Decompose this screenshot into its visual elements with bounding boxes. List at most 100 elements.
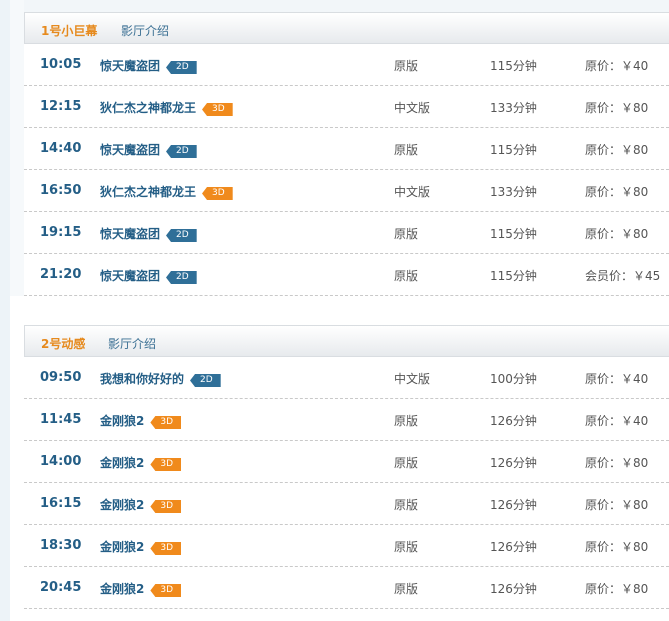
language-version: 中文版 — [394, 372, 431, 386]
movie-title: 惊天魔盗团 — [100, 59, 161, 73]
movie-title-link[interactable]: 狄仁杰之神都龙王 3D — [100, 183, 233, 200]
movie-title: 金刚狼2 — [100, 414, 145, 428]
movie-title: 金刚狼2 — [100, 498, 145, 512]
showing-list: 09:50 我想和你好好的 2D 中文版 100分钟 原价：￥40 11:45 金刚狼2 3D 原… — [24, 357, 669, 609]
showing-row[interactable]: 21:20 惊天魔盗团 2D 原版 115分钟 会员价：￥45 — [24, 254, 669, 296]
showing-time[interactable]: 09:50 — [40, 370, 81, 385]
format-badge: 2D — [166, 271, 197, 284]
hall-name: 1号小巨幕 — [41, 24, 98, 38]
movie-title-link[interactable]: 惊天魔盗团 2D — [100, 267, 197, 284]
language-version: 原版 — [394, 269, 419, 283]
showing-row[interactable]: 20:45 金刚狼2 3D 原版 126分钟 原价：￥80 — [24, 567, 669, 609]
format-badge: 2D — [166, 145, 197, 158]
movie-title-link[interactable]: 金刚狼2 3D — [100, 454, 182, 471]
showing-row[interactable]: 10:05 惊天魔盗团 2D 原版 115分钟 原价：￥40 — [24, 44, 669, 86]
movie-title-link[interactable]: 狄仁杰之神都龙王 3D — [100, 99, 233, 116]
showing-time[interactable]: 16:15 — [40, 496, 81, 511]
movie-title: 我想和你好好的 — [100, 372, 185, 386]
showing-row[interactable]: 11:45 金刚狼2 3D 原版 126分钟 原价：￥40 — [24, 399, 669, 441]
showing-time[interactable]: 10:05 — [40, 57, 81, 72]
showing-row[interactable]: 18:30 金刚狼2 3D 原版 126分钟 原价：￥80 — [24, 525, 669, 567]
format-badge: 3D — [202, 103, 233, 116]
showing-row[interactable]: 16:15 金刚狼2 3D 原版 126分钟 原价：￥80 — [24, 483, 669, 525]
movie-title: 惊天魔盗团 — [100, 227, 161, 241]
ticket-price: 原价：￥80 — [585, 582, 649, 596]
showing-time[interactable]: 19:15 — [40, 225, 81, 240]
language-version: 原版 — [394, 59, 419, 73]
showing-row[interactable]: 14:40 惊天魔盗团 2D 原版 115分钟 原价：￥80 — [24, 128, 669, 170]
showing-time[interactable]: 11:45 — [40, 412, 81, 427]
showing-row[interactable]: 14:00 金刚狼2 3D 原版 126分钟 原价：￥80 — [24, 441, 669, 483]
showing-row[interactable]: 16:50 狄仁杰之神都龙王 3D 中文版 133分钟 原价：￥80 — [24, 170, 669, 212]
format-badge: 3D — [202, 187, 233, 200]
showing-time[interactable]: 21:20 — [40, 267, 81, 282]
language-version: 中文版 — [394, 185, 431, 199]
format-badge: 3D — [150, 500, 182, 513]
ticket-price: 原价：￥80 — [585, 227, 649, 241]
duration: 115分钟 — [490, 269, 537, 283]
hall-intro-link[interactable]: 影厅介绍 — [121, 22, 169, 39]
duration: 126分钟 — [490, 540, 537, 554]
format-badge: 3D — [150, 458, 182, 471]
hall-header: 1号小巨幕 影厅介绍 — [24, 12, 669, 44]
showing-list: 10:05 惊天魔盗团 2D 原版 115分钟 原价：￥40 12:15 狄仁杰之神都龙王 3D… — [24, 44, 669, 296]
movie-title-link[interactable]: 金刚狼2 3D — [100, 538, 182, 555]
duration: 126分钟 — [490, 582, 537, 596]
showing-time[interactable]: 16:50 — [40, 183, 81, 198]
hall-intro-link[interactable]: 影厅介绍 — [108, 335, 156, 352]
movie-title-link[interactable]: 金刚狼2 3D — [100, 580, 182, 597]
page-left-margin — [0, 0, 10, 621]
movie-title-link[interactable]: 惊天魔盗团 2D — [100, 141, 197, 158]
language-version: 中文版 — [394, 101, 431, 115]
ticket-price: 原价：￥80 — [585, 185, 649, 199]
duration: 133分钟 — [490, 185, 537, 199]
duration: 115分钟 — [490, 59, 537, 73]
showing-row[interactable]: 12:15 狄仁杰之神都龙王 3D 中文版 133分钟 原价：￥80 — [24, 86, 669, 128]
duration: 126分钟 — [490, 414, 537, 428]
format-badge: 2D — [166, 229, 197, 242]
showing-time[interactable]: 14:00 — [40, 454, 81, 469]
showing-row[interactable]: 19:15 惊天魔盗团 2D 原版 115分钟 原价：￥80 — [24, 212, 669, 254]
hall-section: 2号动感 影厅介绍 09:50 我想和你好好的 2D 中文版 100分钟 原价：￥40 11… — [24, 325, 669, 609]
showing-time[interactable]: 18:30 — [40, 538, 81, 553]
duration: 115分钟 — [490, 143, 537, 157]
hall-name: 2号动感 — [41, 337, 86, 351]
movie-title: 金刚狼2 — [100, 540, 145, 554]
format-badge: 2D — [166, 61, 197, 74]
format-badge: 3D — [150, 584, 182, 597]
movie-title-link[interactable]: 金刚狼2 3D — [100, 496, 182, 513]
format-badge: 3D — [150, 416, 182, 429]
showing-time[interactable]: 14:40 — [40, 141, 81, 156]
language-version: 原版 — [394, 456, 419, 470]
ticket-price: 会员价：￥45 — [585, 269, 661, 283]
ticket-price: 原价：￥80 — [585, 540, 649, 554]
duration: 100分钟 — [490, 372, 537, 386]
language-version: 原版 — [394, 540, 419, 554]
movie-title: 狄仁杰之神都龙王 — [100, 101, 197, 115]
movie-title-link[interactable]: 金刚狼2 3D — [100, 412, 182, 429]
ticket-price: 原价：￥80 — [585, 143, 649, 157]
duration: 133分钟 — [490, 101, 537, 115]
ticket-price: 原价：￥80 — [585, 456, 649, 470]
format-badge: 2D — [190, 374, 221, 387]
movie-title-link[interactable]: 惊天魔盗团 2D — [100, 225, 197, 242]
ticket-price: 原价：￥80 — [585, 101, 649, 115]
hall-section: 1号小巨幕 影厅介绍 10:05 惊天魔盗团 2D 原版 115分钟 原价：￥40 12:1… — [24, 12, 669, 296]
movie-title-link[interactable]: 惊天魔盗团 2D — [100, 57, 197, 74]
movie-title-link[interactable]: 我想和你好好的 2D — [100, 370, 221, 387]
showing-time[interactable]: 12:15 — [40, 99, 81, 114]
ticket-price: 原价：￥80 — [585, 498, 649, 512]
language-version: 原版 — [394, 498, 419, 512]
movie-title: 狄仁杰之神都龙王 — [100, 185, 197, 199]
language-version: 原版 — [394, 143, 419, 157]
format-badge: 3D — [150, 542, 182, 555]
showing-time[interactable]: 20:45 — [40, 580, 81, 595]
ticket-price: 原价：￥40 — [585, 59, 649, 73]
ticket-price: 原价：￥40 — [585, 414, 649, 428]
page-top-strip — [10, 0, 669, 12]
ticket-price: 原价：￥40 — [585, 372, 649, 386]
language-version: 原版 — [394, 227, 419, 241]
duration: 126分钟 — [490, 498, 537, 512]
language-version: 原版 — [394, 582, 419, 596]
showing-row[interactable]: 09:50 我想和你好好的 2D 中文版 100分钟 原价：￥40 — [24, 357, 669, 399]
